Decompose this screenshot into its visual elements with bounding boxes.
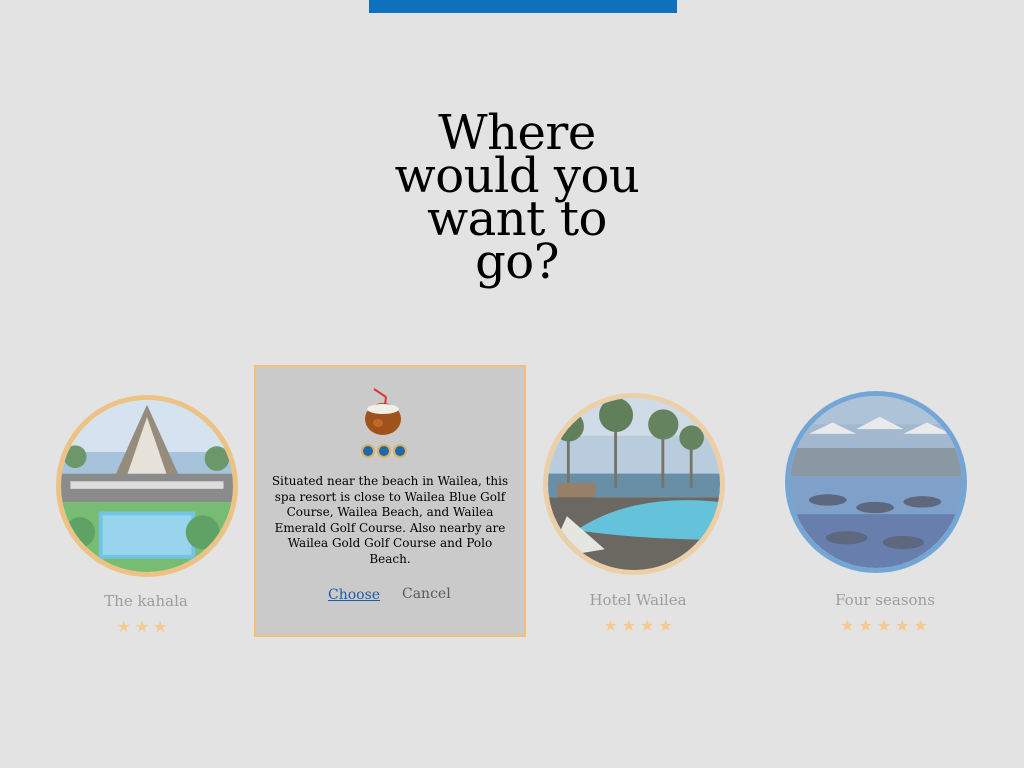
page-title: Where would you want to go? [362,109,672,290]
title-line-4: go? [475,234,559,290]
choose-link[interactable]: Choose [328,587,380,603]
hotel-detail-popup: Situated near the beach in Wailea, this … [254,365,526,637]
hotel-photo-kahala[interactable] [56,395,238,577]
star-rating-four-seasons: ★★★★★ [840,616,932,635]
hotel-name-wailea[interactable]: Hotel Wailea [538,591,738,609]
coconut-drink-icon [365,388,401,435]
hotel-photo-wailea[interactable] [543,393,725,575]
star-rating-kahala: ★★★ [116,617,172,636]
cancel-link[interactable]: Cancel [402,586,451,602]
hotel-name-kahala[interactable]: The kahala [46,592,246,610]
hotel-name-four-seasons[interactable]: Four seasons [785,591,985,609]
hotel-description: Situated near the beach in Wailea, this … [271,474,509,566]
star-rating-wailea: ★★★★ [603,616,677,635]
top-accent-bar [369,0,677,13]
carousel-dots [361,444,407,458]
hotel-photo-four-seasons[interactable] [785,391,967,573]
